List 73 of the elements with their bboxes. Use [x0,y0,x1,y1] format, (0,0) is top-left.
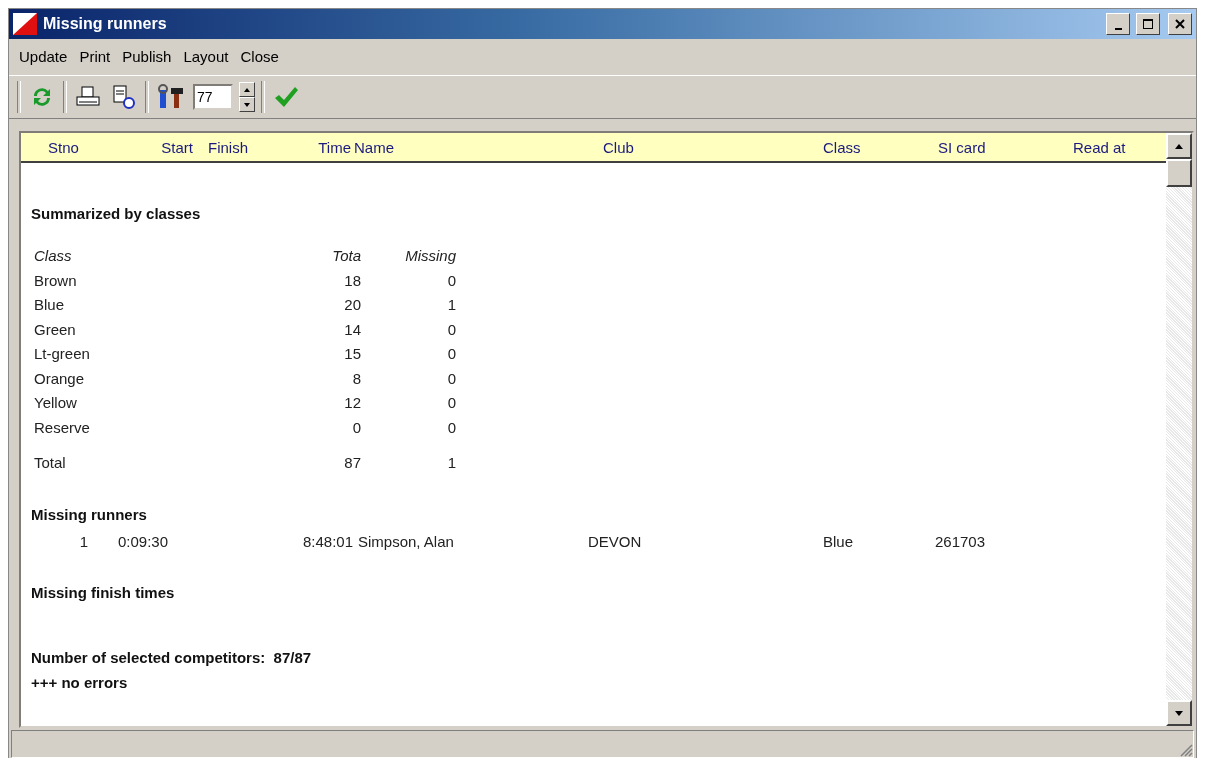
minimize-button[interactable] [1106,13,1130,35]
total-count: 0 [351,417,361,438]
section-heading: Missing runners [31,505,148,523]
total-count: 14 [343,319,361,340]
total-count: 18 [343,270,361,291]
summary-column-header: Missing [404,246,456,266]
summary-line: +++ no errors [31,672,129,693]
summary-column-header: Class [33,246,73,266]
close-button[interactable] [1168,13,1192,35]
menu-item[interactable]: Layout [177,47,235,65]
number-field[interactable]: 77 [193,84,233,110]
si-card-number: 261703 [934,532,987,550]
class-name: Reserve [33,417,91,438]
spin-up-button[interactable] [239,82,255,97]
class-name: Blue [822,532,855,550]
class-name: Green [33,319,77,340]
down-triangle-icon [244,102,250,107]
scroll-down-button[interactable] [1166,700,1192,726]
total-count: 15 [343,344,361,364]
missing-count: 1 [446,295,456,315]
column-header[interactable]: Finish [203,138,303,156]
missing-count: 0 [446,368,456,389]
maximize-icon [1142,18,1154,30]
summary-line: Number of selected competitors: 87/87 [31,647,313,668]
total-count: 12 [343,393,361,413]
class-name: Orange [33,368,86,389]
class-name: Yellow [33,393,78,413]
up-triangle-icon [1175,143,1183,149]
column-header[interactable]: Read at [1063,138,1158,156]
section-heading: Missing finish times [31,583,176,601]
class-name: Lt-green [33,344,91,364]
spin-down-button[interactable] [239,97,255,112]
scroll-up-button[interactable] [1166,133,1192,159]
up-triangle-icon [244,87,250,92]
total-count: 87 [343,453,361,473]
total-count: 8 [351,368,361,389]
minimize-icon [1114,28,1122,30]
start-number: 1 [78,532,89,550]
column-header[interactable]: Name [351,138,588,156]
class-name: Brown [33,270,78,291]
down-triangle-icon [1175,710,1183,716]
column-header[interactable]: Class [803,138,928,156]
column-header[interactable]: SI card [928,138,1063,156]
resize-grip-icon[interactable] [1179,743,1193,757]
close-icon [1174,18,1186,30]
start-time: 0:09:30 [117,532,170,550]
missing-count: 0 [446,393,456,413]
scrollbar[interactable] [1166,133,1192,726]
total-count: 20 [343,295,361,315]
column-header[interactable]: Stno [21,138,98,156]
app-logo-icon [13,13,37,35]
summary-column-header: Tota [331,246,361,266]
menu-item[interactable]: Close [234,47,285,65]
column-header[interactable]: Start [98,138,203,156]
total-label: Total [33,453,67,473]
missing-count: 1 [446,453,456,473]
menu-item[interactable]: Publish [116,47,178,65]
club-name: DEVON [588,532,643,550]
maximize-button[interactable] [1136,13,1160,35]
missing-count: 0 [446,344,456,364]
missing-count: 0 [446,417,456,438]
menu-item[interactable]: Print [73,47,117,65]
class-name: Blue [33,295,66,315]
window-title: Missing runners [43,15,168,33]
column-header[interactable]: Club [588,138,803,156]
menu-item[interactable]: Update [13,47,74,65]
scroll-thumb[interactable] [1166,159,1192,187]
column-header[interactable]: Time [303,138,351,156]
section-heading: Summarized by classes [31,205,202,222]
runner-name: Simpson, Alan [357,532,455,550]
run-time: 8:48:01 [303,532,351,550]
missing-count: 0 [446,270,456,291]
missing-count: 0 [446,319,456,340]
